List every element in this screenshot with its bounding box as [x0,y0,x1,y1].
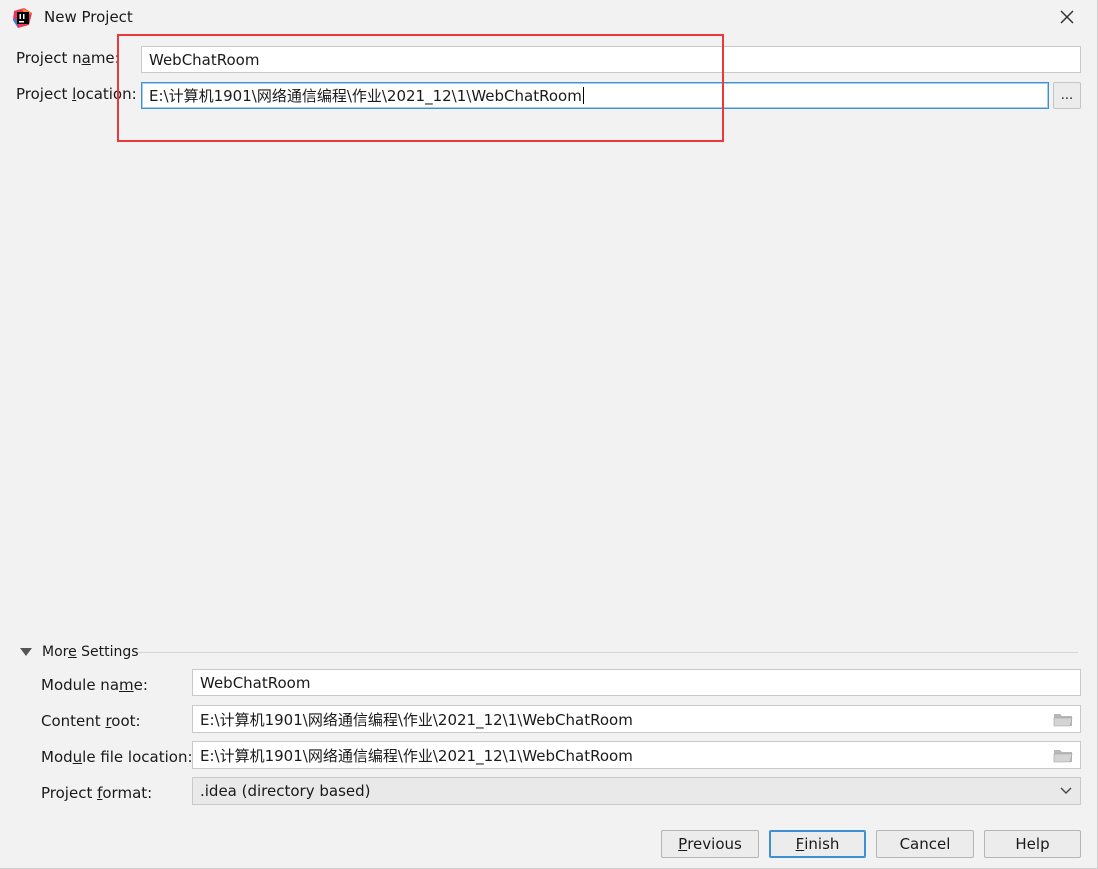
module-name-input[interactable]: WebChatRoom [192,669,1081,696]
folder-icon[interactable] [1053,711,1073,727]
module-name-value: WebChatRoom [200,673,311,692]
help-button[interactable]: Help [984,830,1081,858]
project-name-value: WebChatRoom [149,50,260,69]
more-settings-toggle[interactable]: More Settings [42,644,139,660]
text-caret [582,87,584,104]
folder-icon[interactable] [1053,747,1073,763]
content-root-label: Content root: [41,712,141,730]
module-name-label: Module name: [41,676,148,694]
content-root-value: E:\计算机1901\网络通信编程\作业\2021_12\1\WebChatRo… [200,710,633,729]
project-name-input[interactable]: WebChatRoom [141,46,1081,73]
project-location-label: Project location: [16,85,137,103]
close-icon[interactable] [1056,6,1078,28]
project-location-input[interactable]: E:\计算机1901\网络通信编程\作业\2021_12\1\WebChatRo… [141,82,1049,109]
expand-triangle-icon[interactable] [20,648,32,656]
project-name-label: Project name: [16,49,120,67]
chevron-down-icon [1060,787,1072,794]
browse-location-button[interactable]: ... [1053,82,1081,109]
content-root-input[interactable]: E:\计算机1901\网络通信编程\作业\2021_12\1\WebChatRo… [192,705,1081,733]
project-location-value: E:\计算机1901\网络通信编程\作业\2021_12\1\WebChatRo… [149,87,582,105]
finish-button[interactable]: Finish [769,830,866,858]
cancel-button[interactable]: Cancel [876,830,974,858]
module-file-location-value: E:\计算机1901\网络通信编程\作业\2021_12\1\WebChatRo… [200,746,633,765]
intellij-idea-icon [13,8,32,28]
module-file-location-label: Module file location: [41,748,193,766]
window-title: New Project [44,8,133,26]
more-settings-divider [138,652,1078,653]
previous-button[interactable]: Previous [661,830,759,858]
browse-label: ... [1060,88,1074,103]
title-bar: New Project [0,0,1098,38]
project-format-label: Project format: [41,784,153,802]
module-file-location-input[interactable]: E:\计算机1901\网络通信编程\作业\2021_12\1\WebChatRo… [192,741,1081,769]
project-format-select[interactable]: .idea (directory based) [192,777,1081,805]
project-format-value: .idea (directory based) [200,782,371,800]
